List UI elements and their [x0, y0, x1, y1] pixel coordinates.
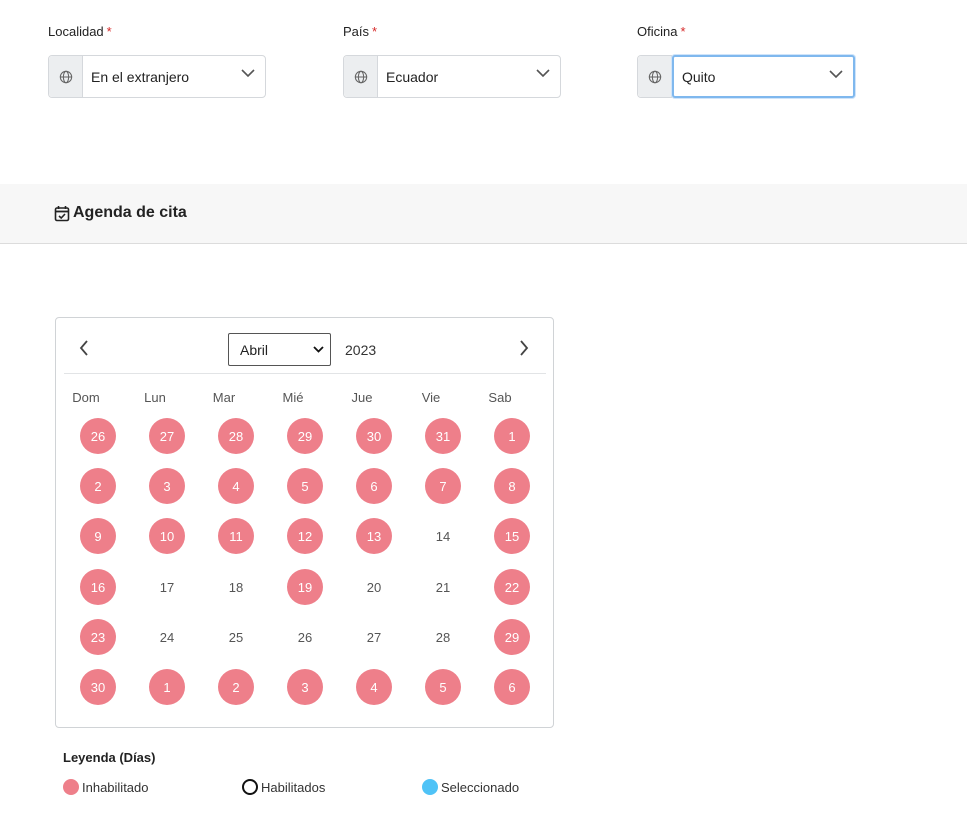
localidad-field: Localidad * En el extranjero	[48, 24, 266, 98]
calendar-day-disabled: 4	[356, 669, 392, 705]
oficina-field: Oficina * Quito	[637, 24, 855, 98]
localidad-value: En el extranjero	[91, 68, 190, 85]
calendar-header: Abril 2023	[56, 318, 553, 374]
calendar-day-disabled: 3	[287, 669, 323, 705]
calendar-day-disabled: 22	[494, 569, 530, 605]
weekday-label: Lun	[144, 390, 166, 405]
chevron-down-icon	[241, 69, 255, 78]
calendar-day-enabled[interactable]: 25	[218, 619, 254, 655]
calendar-day-disabled: 19	[287, 569, 323, 605]
legend-dot-selected	[422, 779, 438, 795]
weekday-label: Vie	[421, 390, 441, 405]
calendar-day-enabled[interactable]: 24	[149, 619, 185, 655]
calendar-day-disabled: 23	[80, 619, 116, 655]
calendar-day-disabled: 16	[80, 569, 116, 605]
pais-value: Ecuador	[386, 68, 439, 85]
calendar-day-disabled: 2	[218, 669, 254, 705]
chevron-left-icon[interactable]	[79, 340, 89, 356]
calendar-day-disabled: 30	[80, 669, 116, 705]
weekday-label: Dom	[72, 390, 100, 405]
chevron-down-icon	[829, 70, 843, 79]
calendar-day-disabled: 26	[80, 418, 116, 454]
chevron-right-icon[interactable]	[519, 340, 529, 356]
pais-field: País * Ecuador	[343, 24, 561, 98]
calendar-day-enabled[interactable]: 21	[425, 569, 461, 605]
section-title-text: Agenda de cita	[73, 204, 187, 221]
legend-label: Seleccionado	[441, 779, 520, 795]
calendar-day-enabled[interactable]: 14	[425, 518, 461, 554]
calendar-day-disabled: 9	[80, 518, 116, 554]
calendar-day-enabled[interactable]: 20	[356, 569, 392, 605]
calendar-day-disabled: 4	[218, 468, 254, 504]
calendar-day-enabled[interactable]: 18	[218, 569, 254, 605]
calendar-day-disabled: 3	[149, 468, 185, 504]
calendar-day-disabled: 28	[218, 418, 254, 454]
globe-icon	[49, 56, 83, 97]
oficina-select[interactable]: Quito	[637, 55, 855, 98]
calendar-day-disabled: 6	[356, 468, 392, 504]
pais-select[interactable]: Ecuador	[343, 55, 561, 98]
oficina-value: Quito	[682, 68, 716, 85]
year-label: 2023	[345, 342, 377, 358]
weekday-label: Sab	[488, 390, 512, 405]
weekday-label: Mar	[212, 390, 236, 405]
calendar-day-disabled: 12	[287, 518, 323, 554]
calendar-day-disabled: 6	[494, 669, 530, 705]
weekday-label: Mié	[282, 390, 304, 405]
calendar-day-enabled[interactable]: 27	[356, 619, 392, 655]
calendar: Abril 2023 Dom Lun Mar Mié Jue Vie Sab 26 27 28 2…	[55, 317, 554, 728]
calendar-day-enabled[interactable]: 26	[287, 619, 323, 655]
weekday-label: Jue	[351, 390, 373, 405]
calendar-day-disabled: 10	[149, 518, 185, 554]
calendar-day-disabled: 31	[425, 418, 461, 454]
localidad-label: Localidad *	[48, 24, 112, 39]
calendar-day-disabled: 5	[425, 669, 461, 705]
globe-icon	[344, 56, 378, 97]
calendar-day-enabled[interactable]: 17	[149, 569, 185, 605]
month-value: Abril	[240, 341, 269, 358]
calendar-day-disabled: 27	[149, 418, 185, 454]
legend-item-seleccionado: Seleccionado	[422, 779, 519, 795]
section-header: Agenda de cita	[0, 184, 967, 244]
calendar-day-disabled: 7	[425, 468, 461, 504]
calendar-day-disabled: 29	[494, 619, 530, 655]
calendar-day-disabled: 1	[494, 418, 530, 454]
calendar-day-disabled: 8	[494, 468, 530, 504]
calendar-day-disabled: 5	[287, 468, 323, 504]
legend-label: Habilitados	[261, 779, 326, 795]
calendar-day-disabled: 15	[494, 518, 530, 554]
calendar-divider	[64, 373, 546, 374]
pais-label: País *	[343, 24, 378, 39]
legend-title: Leyenda (Días)	[63, 750, 156, 765]
chevron-down-icon	[313, 346, 324, 353]
calendar-day-disabled: 29	[287, 418, 323, 454]
calendar-check-icon	[54, 205, 70, 221]
legend-label: Inhabilitado	[82, 779, 149, 795]
calendar-day-disabled: 2	[80, 468, 116, 504]
legend-item-habilitados: Habilitados	[242, 779, 325, 795]
calendar-day-disabled: 1	[149, 669, 185, 705]
calendar-day-enabled[interactable]: 28	[425, 619, 461, 655]
legend-item-inhabilitado: Inhabilitado	[63, 779, 149, 795]
globe-icon	[638, 56, 672, 97]
oficina-label: Oficina *	[637, 24, 686, 39]
month-select[interactable]: Abril	[228, 333, 331, 366]
calendar-day-disabled: 11	[218, 518, 254, 554]
section-title: Agenda de cita	[54, 204, 187, 222]
calendar-day-disabled: 13	[356, 518, 392, 554]
calendar-day-disabled: 30	[356, 418, 392, 454]
legend-dot-disabled	[63, 779, 79, 795]
legend-dot-enabled	[242, 779, 258, 795]
localidad-select[interactable]: En el extranjero	[48, 55, 266, 98]
chevron-down-icon	[536, 69, 550, 78]
